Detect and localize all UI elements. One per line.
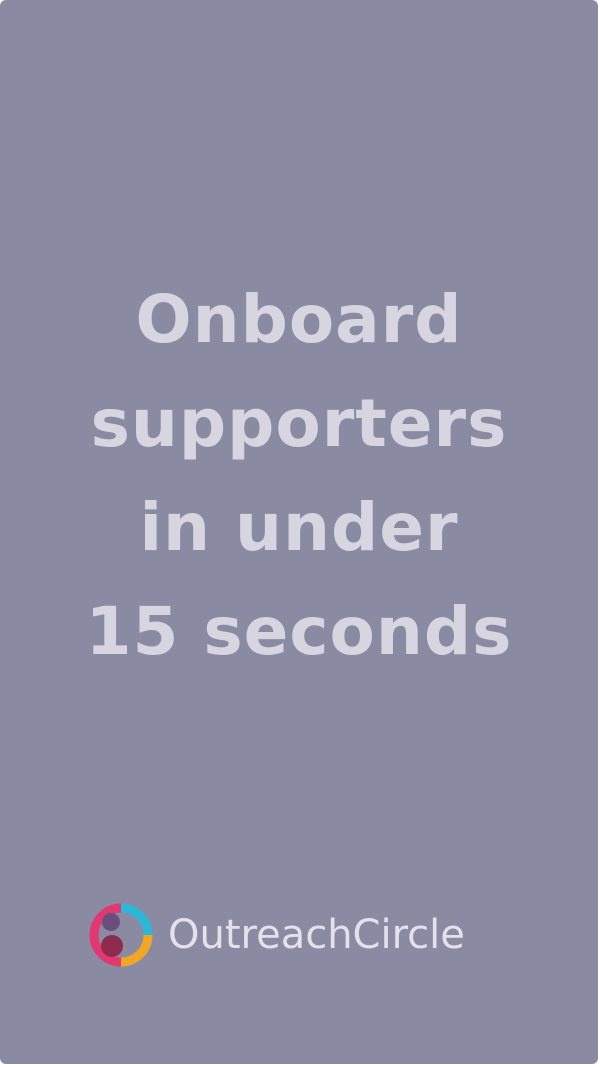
brand-name: OutreachCircle [168, 912, 465, 958]
headline-line-2: supporters [90, 385, 508, 462]
brand-lockup: OutreachCircle [88, 902, 465, 968]
headline-line-4: 15 seconds [85, 593, 513, 670]
video-frame: Onboard supporters in under 15 seconds O… [0, 0, 598, 1064]
outreachcircle-logo-icon [88, 902, 154, 968]
headline-line-1: Onboard [135, 281, 463, 358]
headline: Onboard supporters in under 15 seconds [0, 268, 598, 684]
headline-line-3: in under [139, 489, 459, 566]
